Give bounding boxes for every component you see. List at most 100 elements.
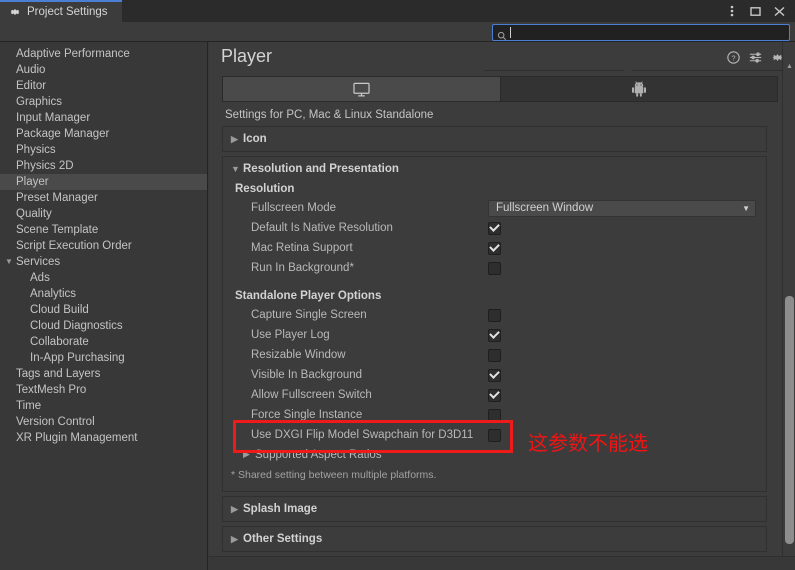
checkbox-run-in-background[interactable] bbox=[488, 261, 501, 275]
checkbox-allow-fullscreen-switch[interactable] bbox=[488, 388, 501, 402]
sidebar-item-input-manager[interactable]: Input Manager bbox=[0, 110, 207, 126]
label-resizable-window: Resizable Window bbox=[251, 349, 346, 361]
search-input[interactable] bbox=[492, 24, 790, 41]
vertical-scrollbar[interactable]: ▲ ▼ bbox=[782, 42, 795, 570]
sidebar-item-cloud-build[interactable]: Cloud Build bbox=[0, 302, 207, 318]
sidebar-item-label: TextMesh Pro bbox=[16, 384, 87, 396]
label-use-dxgi-flip-model-swapchain-for-d3d11: Use DXGI Flip Model Swapchain for D3D11 bbox=[251, 429, 474, 441]
row-allow-fullscreen-switch: Allow Fullscreen Switch bbox=[223, 385, 766, 405]
label-fullscreen-mode: Fullscreen Mode bbox=[251, 202, 337, 214]
section-resolution-title: Resolution and Presentation bbox=[243, 163, 399, 175]
field-mac-retina-support bbox=[488, 238, 501, 258]
sidebar-item-editor[interactable]: Editor bbox=[0, 78, 207, 94]
preset-icon[interactable] bbox=[749, 51, 762, 64]
row-supported-aspect-ratios[interactable]: ▶ Supported Aspect Ratios bbox=[223, 445, 766, 464]
scroll-up-arrow[interactable]: ▲ bbox=[783, 60, 795, 72]
sidebar-item-adaptive-performance[interactable]: Adaptive Performance bbox=[0, 46, 207, 62]
standalone-checkbox-list: Capture Single Screen Use Player Log Resiz… bbox=[223, 305, 766, 445]
page-title: Player bbox=[221, 46, 273, 66]
sidebar-item-label: Input Manager bbox=[16, 112, 91, 124]
field-resizable-window bbox=[488, 345, 501, 365]
sidebar-item-scene-template[interactable]: Scene Template bbox=[0, 222, 207, 238]
sidebar-item-label: Package Manager bbox=[16, 128, 110, 140]
sidebar-item-in-app-purchasing[interactable]: In-App Purchasing bbox=[0, 350, 207, 366]
search-icon bbox=[497, 28, 507, 40]
sidebar-item-player[interactable]: Player bbox=[0, 174, 207, 190]
sidebar-item-package-manager[interactable]: Package Manager bbox=[0, 126, 207, 142]
fullscreen-mode-dropdown[interactable]: Fullscreen Window ▼ bbox=[488, 199, 756, 217]
sidebar-item-label: Version Control bbox=[16, 416, 95, 428]
sidebar-item-label: Analytics bbox=[30, 288, 77, 300]
chevron-down-icon: ▼ bbox=[742, 203, 750, 213]
settings-sidebar[interactable]: Adaptive Performance Audio Editor Graphics I… bbox=[0, 42, 208, 570]
desktop-icon bbox=[353, 82, 370, 97]
label-visible-in-background: Visible In Background bbox=[251, 369, 363, 381]
checkbox-mac-retina-support[interactable] bbox=[488, 241, 501, 255]
section-other-settings[interactable]: ▶ Other Settings bbox=[222, 526, 767, 552]
chevron-right-icon: ▶ bbox=[243, 449, 250, 459]
row-default-is-native-resolution: Default Is Native Resolution bbox=[223, 218, 766, 238]
checkbox-use-player-log[interactable] bbox=[488, 328, 501, 342]
project-settings-window: Project Settings Adaptive Performance Au… bbox=[0, 0, 795, 570]
sidebar-item-time[interactable]: Time bbox=[0, 398, 207, 414]
sidebar-item-xr-plugin-management[interactable]: XR Plugin Management bbox=[0, 430, 207, 446]
section-icon[interactable]: ▶ Icon bbox=[222, 126, 767, 152]
help-icon[interactable]: ? bbox=[727, 51, 740, 64]
sidebar-item-tags-and-layers[interactable]: Tags and Layers bbox=[0, 366, 207, 382]
section-icon-header[interactable]: ▶ Icon bbox=[223, 127, 766, 151]
sidebar-item-version-control[interactable]: Version Control bbox=[0, 414, 207, 430]
sidebar-item-graphics[interactable]: Graphics bbox=[0, 94, 207, 110]
section-resolution-header[interactable]: ▼ Resolution and Presentation bbox=[223, 157, 766, 181]
checkbox-default-is-native-resolution[interactable] bbox=[488, 221, 501, 235]
checkbox-visible-in-background[interactable] bbox=[488, 368, 501, 382]
row-visible-in-background: Visible In Background bbox=[223, 365, 766, 385]
field-fullscreen-mode: Fullscreen Window ▼ bbox=[488, 198, 756, 218]
sidebar-item-label: Graphics bbox=[16, 96, 63, 108]
sidebar-item-label: Audio bbox=[16, 64, 46, 76]
sidebar-item-audio[interactable]: Audio bbox=[0, 62, 207, 78]
sidebar-item-label: Ads bbox=[30, 272, 50, 284]
checkbox-force-single-instance[interactable] bbox=[488, 408, 501, 422]
section-splash-header[interactable]: ▶ Splash Image bbox=[223, 497, 766, 521]
checkbox-capture-single-screen[interactable] bbox=[488, 308, 501, 322]
platform-tab-android[interactable] bbox=[499, 77, 777, 101]
tab-project-settings[interactable]: Project Settings bbox=[0, 0, 122, 22]
sidebar-item-preset-manager[interactable]: Preset Manager bbox=[0, 190, 207, 206]
platform-tab-standalone[interactable] bbox=[223, 77, 500, 101]
scrollbar-thumb[interactable] bbox=[785, 296, 794, 544]
sidebar-item-quality[interactable]: Quality bbox=[0, 206, 207, 222]
field-use-dxgi-flip-model-swapchain-for-d3d11 bbox=[488, 425, 501, 445]
tab-label: Project Settings bbox=[27, 6, 108, 18]
android-icon bbox=[631, 81, 646, 97]
sidebar-item-collaborate[interactable]: Collaborate bbox=[0, 334, 207, 350]
row-resizable-window: Resizable Window bbox=[223, 345, 766, 365]
sidebar-item-cloud-diagnostics[interactable]: Cloud Diagnostics bbox=[0, 318, 207, 334]
sidebar-item-label: Script Execution Order bbox=[16, 240, 132, 252]
label-capture-single-screen: Capture Single Screen bbox=[251, 309, 367, 321]
row-mac-retina-support: Mac Retina Support bbox=[223, 238, 766, 258]
sidebar-item-physics-2d[interactable]: Physics 2D bbox=[0, 158, 207, 174]
sidebar-item-analytics[interactable]: Analytics bbox=[0, 286, 207, 302]
label-default-is-native-resolution: Default Is Native Resolution bbox=[251, 222, 393, 234]
section-splash-image[interactable]: ▶ Splash Image bbox=[222, 496, 767, 522]
group-resolution-label: Resolution bbox=[235, 183, 295, 195]
checkbox-resizable-window[interactable] bbox=[488, 348, 501, 362]
sidebar-item-label: Cloud Diagnostics bbox=[30, 320, 123, 332]
sidebar-item-services[interactable]: ▼ Services bbox=[0, 254, 207, 270]
sidebar-item-script-execution-order[interactable]: Script Execution Order bbox=[0, 238, 207, 254]
close-icon[interactable] bbox=[773, 5, 786, 18]
gear-icon bbox=[9, 6, 21, 18]
group-standalone-label: Standalone Player Options bbox=[235, 290, 382, 302]
section-other-header[interactable]: ▶ Other Settings bbox=[223, 527, 766, 551]
more-menu-icon[interactable] bbox=[725, 5, 738, 18]
sidebar-item-ads[interactable]: Ads bbox=[0, 270, 207, 286]
maximize-icon[interactable] bbox=[749, 5, 762, 18]
checkbox-use-dxgi-flip-model-swapchain-for-d3d11[interactable] bbox=[488, 428, 501, 442]
sidebar-item-label: Physics 2D bbox=[16, 160, 74, 172]
sidebar-item-physics[interactable]: Physics bbox=[0, 142, 207, 158]
sidebar-item-label: In-App Purchasing bbox=[30, 352, 125, 364]
row-fullscreen-mode: Fullscreen Mode Fullscreen Window ▼ bbox=[223, 198, 766, 218]
sidebar-item-textmesh-pro[interactable]: TextMesh Pro bbox=[0, 382, 207, 398]
titlebar-spacer bbox=[122, 0, 721, 22]
sidebar-item-label: Preset Manager bbox=[16, 192, 98, 204]
